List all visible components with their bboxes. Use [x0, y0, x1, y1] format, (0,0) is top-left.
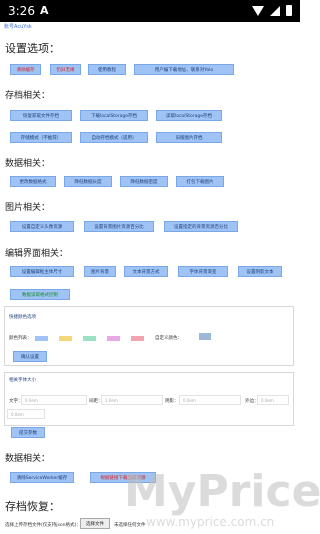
editor-size-button[interactable]: 设置编辑框主体尺寸 — [10, 266, 74, 277]
app-title: 账号AcuYsk — [4, 24, 32, 30]
file-status: 未选择任何文件 — [114, 523, 146, 528]
custom-avatar-button[interactable]: 设置自定义头像资源 — [10, 221, 74, 232]
shadow-text-button[interactable]: 设置阴影文本 — [238, 266, 282, 277]
data2-heading: 数据相关： — [5, 454, 51, 464]
choose-file-button[interactable]: 选择文件 — [80, 518, 110, 529]
extra-input[interactable]: 0.0em — [7, 409, 45, 419]
tutorial-button[interactable]: 使用教程 — [88, 64, 126, 75]
reduce-data-length-button[interactable]: 降低数据长度 — [64, 176, 112, 187]
color-list-label: 颜色列表： — [9, 336, 32, 341]
custom-color-label: 自定义颜色： — [155, 336, 182, 341]
download-localstorage-button[interactable]: 下载localStorage存档 — [80, 110, 148, 121]
storage-mode-button[interactable]: 存储模式（不推荐） — [10, 132, 72, 143]
color-panel: 快捷颜色选项 颜色列表： 自定义颜色： 确认设置 — [4, 306, 294, 366]
custom-color-picker[interactable] — [199, 333, 211, 340]
clear-cache-button[interactable]: 清除缓存 — [10, 64, 41, 75]
settings-button-2[interactable]: 仍旧无缘 — [50, 64, 81, 75]
color-panel-heading: 快捷颜色选项 — [9, 315, 36, 320]
settings-heading: 设置选项： — [5, 42, 60, 55]
signal-icon — [270, 5, 280, 16]
data-read-format-button[interactable]: 数据读取格式控制 — [10, 289, 70, 300]
clear-serviceworker-button[interactable]: 清除ServiceWorker缓存 — [10, 472, 74, 483]
spacing-input[interactable]: 1.0em — [101, 395, 163, 405]
status-icons — [252, 5, 292, 16]
watermark-url: www.myprice.com.cn — [146, 515, 275, 529]
color-swatch-2[interactable] — [59, 336, 72, 341]
notification-icon: A — [40, 4, 49, 17]
font-size-panel: 相关字体大小 文字： 0.0em 间距： 1.0em 阴影： 0.0em 外边：… — [4, 372, 294, 438]
restore-file-save-button[interactable]: 恢复获取文件存档 — [10, 110, 72, 121]
color-swatch-4[interactable] — [107, 336, 120, 341]
color-apply-button[interactable]: 确认设置 — [13, 351, 47, 362]
shadow-input[interactable]: 0.0em — [179, 395, 241, 405]
reduce-data-density-button[interactable]: 降低数据密度 — [120, 176, 168, 187]
watermark-logo: MyPrice — [124, 466, 320, 517]
image-heading: 图片相关： — [5, 203, 51, 213]
background-percent-button[interactable]: 设置背景图片资源百分比 — [84, 221, 154, 232]
status-bar: 3:26 A — [0, 0, 300, 22]
restore-label: 选择上传存档文件(仅支持json格式)： — [5, 523, 81, 528]
auto-save-mode-button[interactable]: 自动存档模式（适用） — [80, 132, 148, 143]
download-address-button[interactable]: 用户编下载地址、联系对Yolo — [134, 64, 234, 75]
color-swatch-5[interactable] — [131, 336, 144, 341]
margin-input[interactable]: 0.0em — [257, 395, 289, 405]
specific-background-button[interactable]: 设置指定的背景资源百分比 — [164, 221, 238, 232]
change-data-format-button[interactable]: 更改数据格式 — [10, 176, 56, 187]
font-size-input[interactable]: 0.0em — [21, 395, 87, 405]
font-gradient-button[interactable]: 字体背景渐变 — [178, 266, 228, 277]
editor-heading: 编辑界面相关： — [5, 249, 69, 259]
color-swatch-3[interactable] — [83, 336, 96, 341]
color-swatch-1[interactable] — [35, 336, 48, 341]
text-background-button[interactable]: 文本背景方式 — [124, 266, 168, 277]
old-image-save-button[interactable]: 旧版图片存档 — [156, 132, 222, 143]
status-time: 3:26 — [8, 4, 35, 18]
restore-heading: 存档恢复： — [5, 500, 60, 513]
wifi-icon — [252, 5, 264, 16]
image-background-button[interactable]: 图片背景 — [84, 266, 116, 277]
storage-heading: 存档相关： — [5, 91, 51, 101]
font-size-apply-button[interactable]: 提交参数 — [11, 427, 45, 438]
battery-icon — [286, 5, 292, 16]
font-size-heading: 相关字体大小 — [9, 378, 36, 383]
shadow-label: 阴影： — [165, 399, 179, 404]
data-heading: 数据相关： — [5, 159, 51, 169]
read-localstorage-button[interactable]: 读取localStorage存档 — [156, 110, 222, 121]
download-images-button[interactable]: 打包下载图片 — [176, 176, 224, 187]
